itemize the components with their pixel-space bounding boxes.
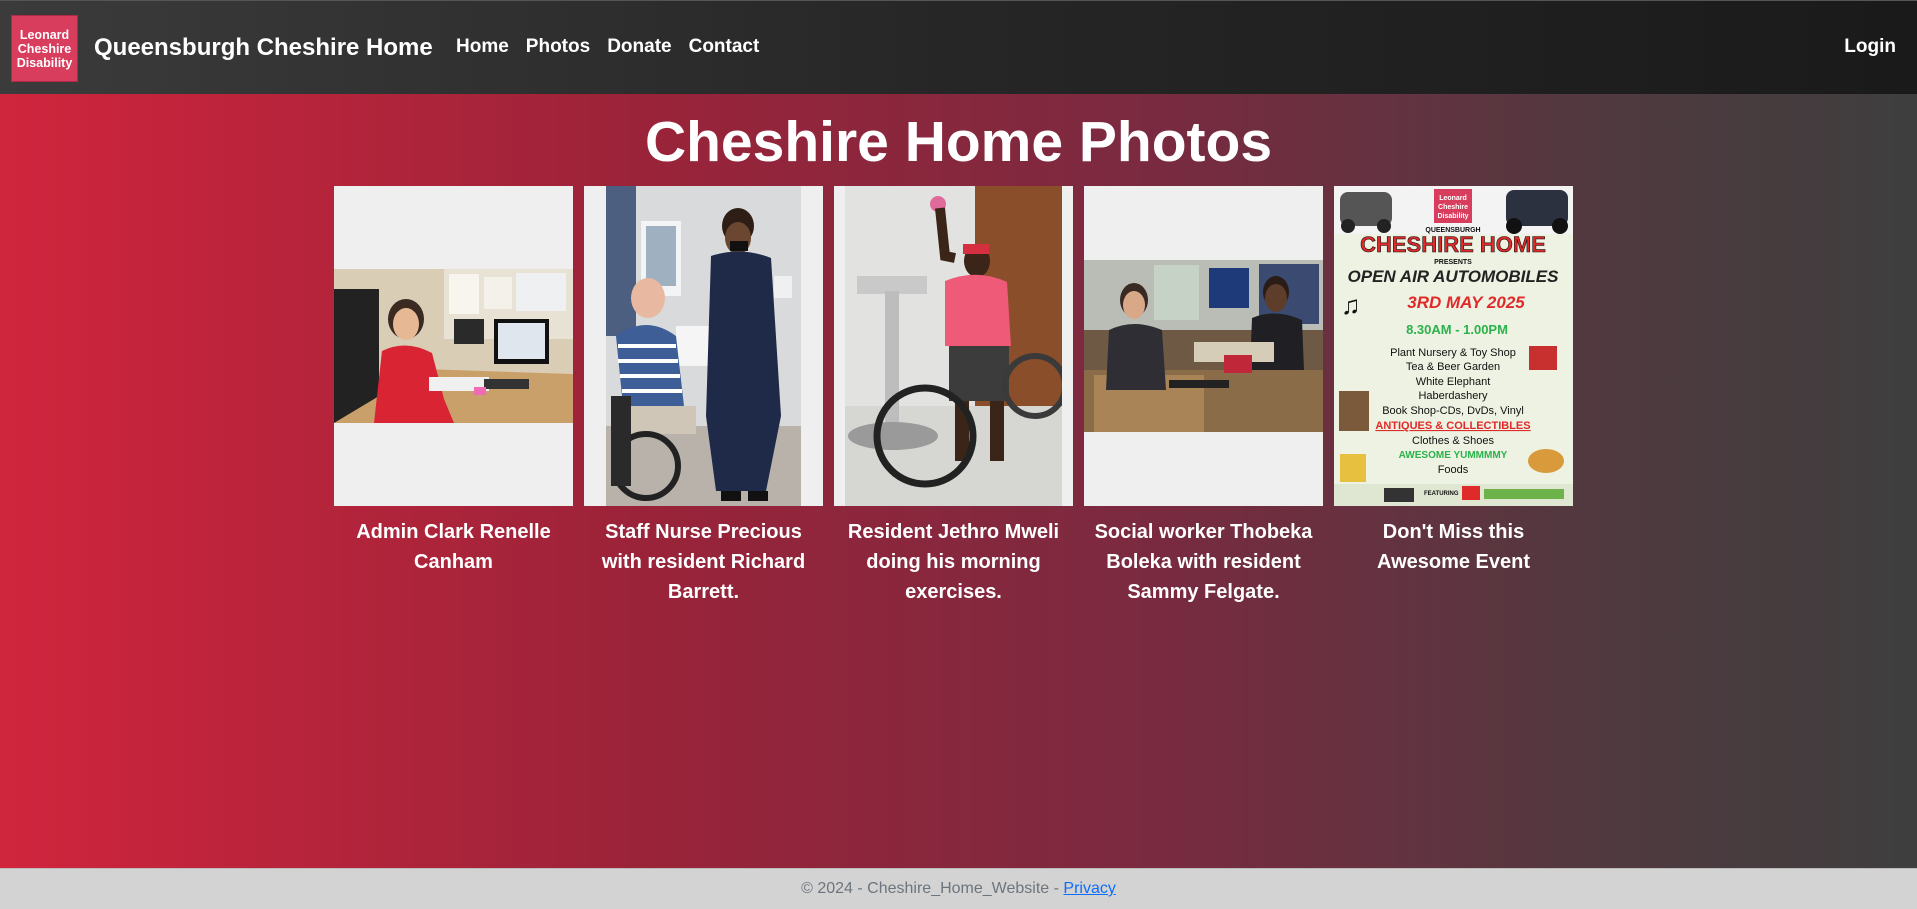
poster-event: OPEN AIR AUTOMOBILES: [1348, 267, 1560, 286]
photo-caption: Staff Nurse Precious with resident Richa…: [601, 521, 806, 603]
nav-photos-link[interactable]: Photos: [526, 36, 590, 58]
poster-headline: CHESHIRE HOME: [1360, 232, 1546, 257]
photo-caption: Admin Clark Renelle Canham: [356, 521, 551, 573]
photo-card: Resident Jethro Mweli doing his morning …: [834, 186, 1073, 607]
footer-copyright: © 2024 - Cheshire_Home_Website -: [801, 880, 1064, 897]
main-content: Cheshire Home Photos Admin Clark Renelle…: [0, 94, 1917, 868]
poster-item: Tea & Beer Garden: [1406, 361, 1500, 373]
brand-link[interactable]: Queensburgh Cheshire Home: [94, 34, 433, 62]
photo-frame[interactable]: [834, 186, 1073, 506]
photo-caption: Don't Miss this Awesome Event: [1376, 521, 1531, 573]
poster-featuring: FEATURING: [1424, 491, 1459, 497]
exercise-photo[interactable]: [845, 186, 1062, 506]
logo-line: Leonard: [19, 27, 70, 42]
poster-highlight: ANTIQUES & COLLECTIBLES: [1375, 420, 1530, 432]
nav-contact-link[interactable]: Contact: [689, 36, 760, 58]
poster-item: Haberdashery: [1418, 390, 1488, 402]
photo-frame[interactable]: Leonard Cheshire Disability QUEENSBURGH …: [1334, 186, 1573, 506]
page-title: Cheshire Home Photos: [644, 110, 1273, 174]
footer: © 2024 - Cheshire_Home_Website - Privacy: [0, 868, 1917, 909]
photo-caption: Resident Jethro Mweli doing his morning …: [847, 521, 1060, 603]
event-poster[interactable]: Leonard Cheshire Disability QUEENSBURGH …: [1334, 186, 1573, 506]
poster-time: 8.30AM - 1.00PM: [1406, 322, 1508, 337]
poster-item: Clothes & Shoes: [1412, 435, 1494, 447]
poster-logo-line: Leonard: [1439, 195, 1467, 202]
navbar: Leonard Cheshire Disability Queensburgh …: [0, 0, 1917, 94]
poster-date: 3RD MAY 2025: [1407, 293, 1525, 312]
logo-line: Cheshire: [17, 41, 72, 56]
logo-line: Disability: [16, 55, 73, 70]
main-nav: Home Photos Donate Contact: [456, 36, 759, 58]
music-note-icon: ♫: [1341, 290, 1361, 320]
poster-item: Plant Nursery & Toy Shop: [1390, 347, 1516, 359]
photo-card: Leonard Cheshire Disability QUEENSBURGH …: [1334, 186, 1573, 607]
privacy-link[interactable]: Privacy: [1063, 880, 1115, 897]
admin-office-photo[interactable]: [334, 269, 573, 423]
photo-card: Social worker Thobeka Boleka with reside…: [1084, 186, 1323, 607]
nav-donate-link[interactable]: Donate: [607, 36, 671, 58]
photo-caption: Social worker Thobeka Boleka with reside…: [1094, 521, 1313, 603]
photo-frame[interactable]: [334, 186, 573, 506]
poster-yummy: AWESOME YUMMMMY: [1399, 450, 1508, 461]
nurse-photo[interactable]: [606, 186, 801, 506]
photo-card: Admin Clark Renelle Canham: [334, 186, 573, 607]
poster-foods: Foods: [1438, 464, 1469, 476]
nav-home-link[interactable]: Home: [456, 36, 509, 58]
photo-gallery: Admin Clark Renelle Canham Staff Nurse P…: [334, 186, 1573, 607]
poster-logo-line: Disability: [1437, 213, 1468, 220]
poster-item: White Elephant: [1416, 376, 1491, 388]
poster-item: Book Shop-CDs, DvDs, Vinyl: [1382, 405, 1524, 417]
social-worker-photo[interactable]: [1084, 260, 1323, 432]
photo-frame[interactable]: [584, 186, 823, 506]
poster-presents: PRESENTS: [1434, 259, 1472, 266]
photo-frame[interactable]: [1084, 186, 1323, 506]
leonard-cheshire-logo[interactable]: Leonard Cheshire Disability: [11, 15, 78, 82]
poster-logo-line: Cheshire: [1438, 204, 1468, 211]
login-link[interactable]: Login: [1844, 36, 1896, 58]
photo-card: Staff Nurse Precious with resident Richa…: [584, 186, 823, 607]
